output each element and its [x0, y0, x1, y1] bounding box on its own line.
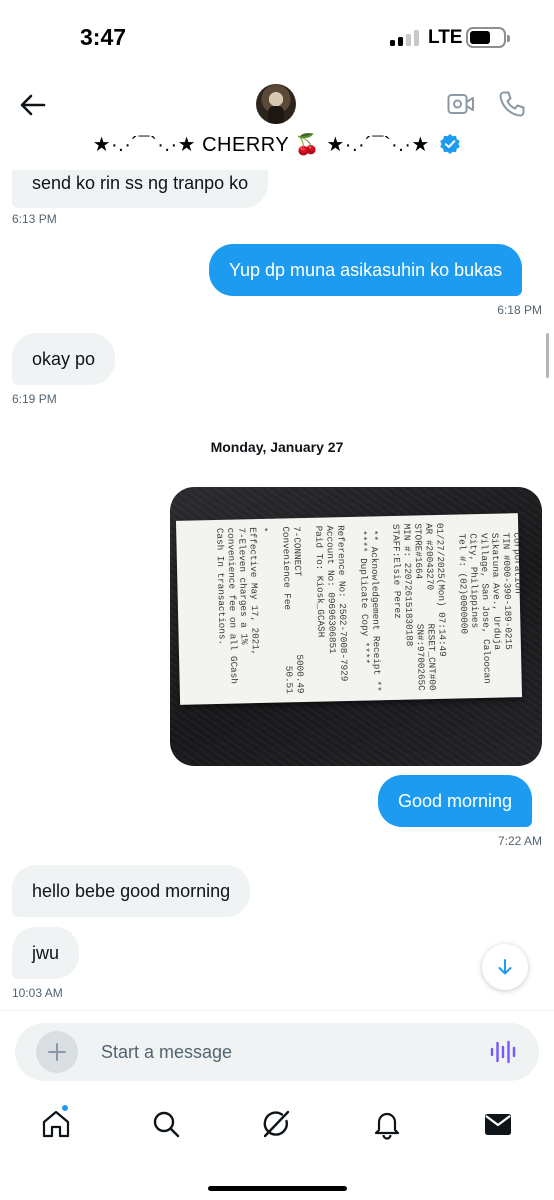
voice-message-button[interactable]: [489, 1038, 517, 1066]
status-time: 3:47: [80, 24, 127, 50]
signal-strength-icon: [390, 30, 420, 46]
message-bubble-outgoing[interactable]: Yup dp muna asikasuhin ko bukas: [209, 244, 523, 296]
contact-name-row[interactable]: ★·.·´¯`·.·★ CHERRY 🍒 ★·.·´¯`·.·★: [0, 132, 554, 157]
message-composer: [15, 1023, 539, 1081]
message-text: jwu: [32, 943, 60, 963]
receipt-text: Corporation TIN #000-390-189-0215 Sikatu…: [192, 521, 522, 696]
message-text: okay po: [32, 349, 96, 369]
nav-grok[interactable]: [260, 1108, 292, 1140]
nav-notifications[interactable]: [371, 1108, 403, 1140]
phone-icon: [499, 91, 525, 117]
receipt-image-attachment[interactable]: Corporation TIN #000-390-189-0215 Sikatu…: [170, 487, 542, 766]
conversation-header: ★·.·´¯`·.·★ CHERRY 🍒 ★·.·´¯`·.·★: [0, 76, 554, 170]
back-button[interactable]: [18, 90, 48, 120]
bottom-navigation: [0, 1098, 554, 1152]
message-bubble-incoming[interactable]: jwu: [12, 927, 80, 979]
arrow-down-icon: [498, 959, 512, 975]
message-text: Yup dp muna asikasuhin ko bukas: [229, 260, 503, 280]
message-timestamp: 6:19 PM: [12, 392, 57, 406]
home-icon: [42, 1110, 70, 1138]
nav-home[interactable]: [40, 1108, 72, 1140]
battery-icon: [466, 27, 510, 48]
message-timestamp: 6:18 PM: [497, 303, 542, 317]
messages-icon: [485, 1114, 511, 1135]
arrow-left-icon: [20, 94, 46, 116]
video-call-button[interactable]: [447, 92, 475, 116]
video-camera-icon: [447, 94, 474, 114]
message-text: hello bebe good morning: [32, 881, 231, 901]
composer-divider: [0, 1010, 554, 1011]
date-separator: Monday, January 27: [210, 439, 344, 455]
message-text: Good morning: [398, 791, 513, 811]
search-icon: [153, 1111, 180, 1138]
notifications-icon: [374, 1112, 400, 1140]
nav-search[interactable]: [150, 1108, 182, 1140]
message-timestamp: 6:13 PM: [12, 212, 57, 226]
status-bar: 3:47 LTE: [0, 0, 554, 76]
scroll-to-bottom-button[interactable]: [482, 944, 528, 990]
grok-icon: [263, 1110, 290, 1138]
message-timestamp: 10:03 AM: [12, 986, 63, 1000]
message-text: send ko rin ss ng tranpo ko: [32, 173, 249, 193]
message-bubble-incoming[interactable]: hello bebe good morning: [12, 865, 251, 917]
contact-name: ★·.·´¯`·.·★ CHERRY 🍒 ★·.·´¯`·.·★: [92, 134, 430, 156]
add-media-button[interactable]: [36, 1031, 78, 1073]
network-type: LTE: [428, 27, 463, 48]
home-indicator[interactable]: [208, 1186, 347, 1191]
scrollbar[interactable]: [546, 333, 549, 378]
plus-icon: [48, 1043, 66, 1061]
message-input[interactable]: [101, 1031, 481, 1073]
message-bubble-incoming[interactable]: okay po: [12, 333, 116, 385]
nav-messages[interactable]: [482, 1108, 514, 1140]
receipt-paper: Corporation TIN #000-390-189-0215 Sikatu…: [175, 513, 523, 705]
voice-wave-icon: [490, 1040, 516, 1064]
message-timestamp: 7:22 AM: [497, 834, 542, 848]
avatar[interactable]: [256, 84, 296, 124]
message-bubble-outgoing[interactable]: Good morning: [378, 775, 533, 827]
voice-call-button[interactable]: [498, 90, 526, 118]
new-activity-badge: [61, 1104, 69, 1112]
verified-badge-icon: [440, 134, 461, 154]
